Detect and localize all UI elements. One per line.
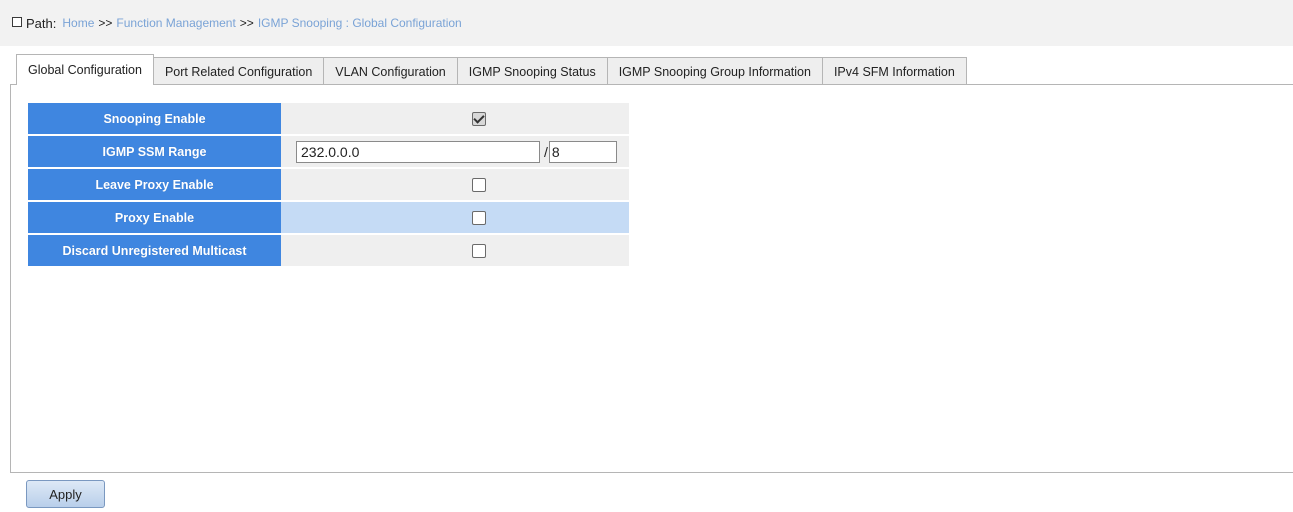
ssm-range-slash: / xyxy=(544,143,548,160)
igmp-ssm-range-cell: / xyxy=(281,134,629,167)
proxy-enable-label: Proxy Enable xyxy=(28,200,281,233)
igmp-ssm-range-label: IGMP SSM Range xyxy=(28,134,281,167)
snooping-enable-cell xyxy=(281,103,629,134)
row-proxy-enable: Proxy Enable xyxy=(28,200,629,233)
tab-bar: Global Configuration Port Related Config… xyxy=(16,54,967,85)
path-label: Path: xyxy=(26,15,57,31)
discard-unregistered-multicast-label: Discard Unregistered Multicast xyxy=(28,233,281,266)
proxy-enable-cell xyxy=(281,200,629,233)
global-config-table: Snooping Enable IGMP SSM Range / Leave P… xyxy=(28,103,629,266)
leave-proxy-enable-cell xyxy=(281,167,629,200)
row-snooping-enable: Snooping Enable xyxy=(28,103,629,134)
tab-port-related-configuration[interactable]: Port Related Configuration xyxy=(152,57,325,85)
breadcrumb-separator: >> xyxy=(239,16,254,30)
tab-igmp-snooping-status[interactable]: IGMP Snooping Status xyxy=(456,57,608,85)
leave-proxy-enable-label: Leave Proxy Enable xyxy=(28,167,281,200)
proxy-enable-checkbox[interactable] xyxy=(472,211,486,226)
apply-button[interactable]: Apply xyxy=(26,480,105,508)
tab-content-panel: Snooping Enable IGMP SSM Range / Leave P… xyxy=(10,84,1293,473)
tab-ipv4-sfm-information[interactable]: IPv4 SFM Information xyxy=(821,57,967,85)
snooping-enable-label: Snooping Enable xyxy=(28,103,281,134)
discard-unregistered-multicast-checkbox[interactable] xyxy=(472,244,486,259)
breadcrumb-function-management[interactable]: Function Management xyxy=(116,16,235,30)
tab-vlan-configuration[interactable]: VLAN Configuration xyxy=(323,57,458,85)
row-discard-unregistered-multicast: Discard Unregistered Multicast xyxy=(28,233,629,266)
ssm-range-mask-input[interactable] xyxy=(548,140,617,163)
discard-unregistered-multicast-cell xyxy=(281,233,629,266)
row-leave-proxy-enable: Leave Proxy Enable xyxy=(28,167,629,200)
tab-global-configuration[interactable]: Global Configuration xyxy=(16,54,154,85)
tab-igmp-snooping-group-information[interactable]: IGMP Snooping Group Information xyxy=(606,57,823,85)
breadcrumb-current-page: IGMP Snooping : Global Configuration xyxy=(257,16,462,30)
ssm-range-ip-input[interactable] xyxy=(296,140,540,163)
breadcrumb-home[interactable]: Home xyxy=(62,16,94,30)
row-igmp-ssm-range: IGMP SSM Range / xyxy=(28,134,629,167)
path-bar: Path: Home >> Function Management >> IGM… xyxy=(0,0,1293,46)
square-icon xyxy=(12,17,22,27)
breadcrumb-separator: >> xyxy=(98,16,113,30)
leave-proxy-enable-checkbox[interactable] xyxy=(472,178,486,193)
snooping-enable-checkbox[interactable] xyxy=(472,112,486,127)
